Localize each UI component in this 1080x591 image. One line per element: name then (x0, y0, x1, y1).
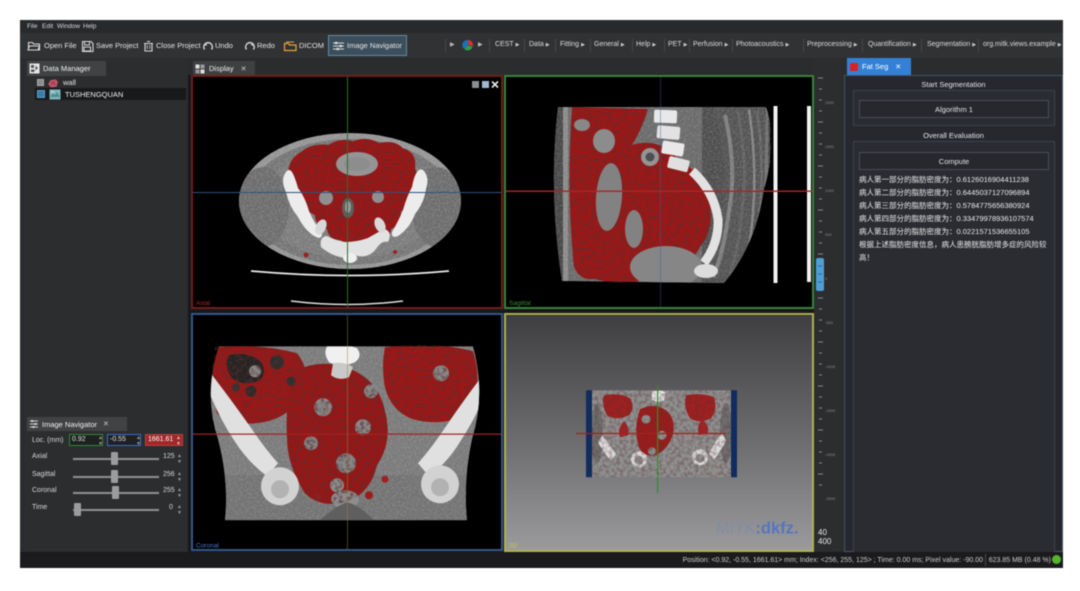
svg-text:0: 0 (825, 276, 828, 281)
svg-text:-2500: -2500 (825, 496, 836, 501)
svg-text:-1500: -1500 (825, 408, 836, 413)
svg-text:Axial: Axial (196, 300, 211, 307)
svg-text:-2000: -2000 (825, 452, 836, 457)
svg-text:1000: 1000 (825, 188, 835, 193)
svg-text:500: 500 (825, 232, 832, 237)
svg-text:2500: 2500 (825, 100, 835, 105)
svg-text:1500: 1500 (825, 144, 835, 149)
svg-text:-1000: -1000 (825, 364, 836, 369)
svg-text:-500: -500 (825, 320, 834, 325)
svg-text:MITK:dkfz.: MITK:dkfz. (716, 519, 799, 537)
svg-text:3D: 3D (509, 542, 518, 549)
svg-text:Coronal: Coronal (196, 542, 219, 549)
svg-text:Sagittal: Sagittal (509, 300, 531, 307)
